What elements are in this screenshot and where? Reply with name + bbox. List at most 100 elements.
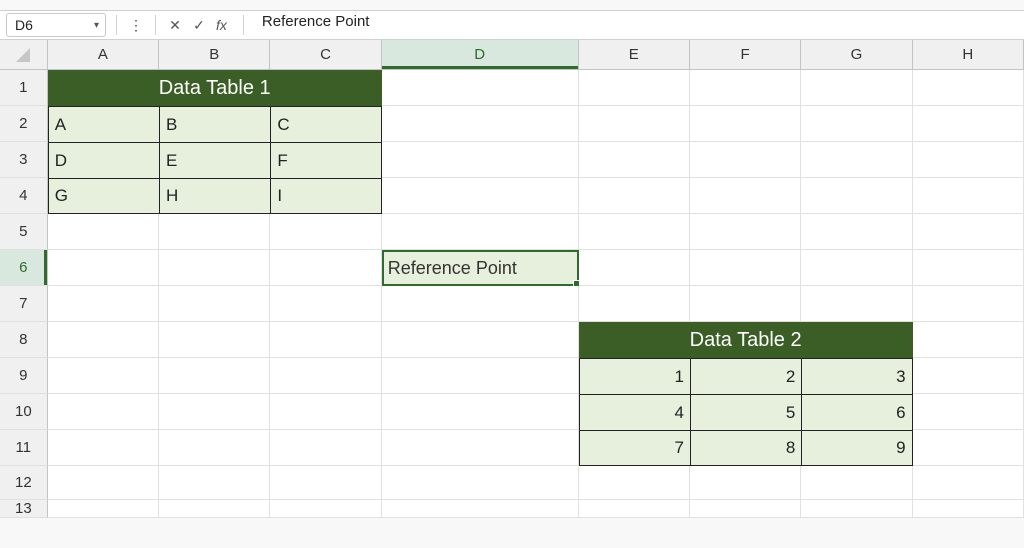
cell-A9[interactable] — [48, 358, 159, 394]
cell-A13[interactable] — [48, 500, 159, 518]
col-header-G[interactable]: G — [801, 40, 912, 70]
cell-B3[interactable]: E — [159, 142, 270, 178]
row-header-12[interactable]: 12 — [0, 466, 48, 500]
cell-B6[interactable] — [159, 250, 270, 286]
cell-C10[interactable] — [270, 394, 381, 430]
cell-G2[interactable] — [801, 106, 912, 142]
cell-A12[interactable] — [48, 466, 159, 500]
cell-D10[interactable] — [382, 394, 579, 430]
cell-C12[interactable] — [270, 466, 381, 500]
cell-H10[interactable] — [913, 394, 1024, 430]
cell-E9[interactable]: 1 — [579, 358, 690, 394]
cell-E5[interactable] — [579, 214, 690, 250]
cell-F11[interactable]: 8 — [690, 430, 801, 466]
cell-F12[interactable] — [690, 466, 801, 500]
cell-G5[interactable] — [801, 214, 912, 250]
cell-F4[interactable] — [690, 178, 801, 214]
table2-title[interactable]: Data Table 2 — [579, 322, 913, 358]
cell-F13[interactable] — [690, 500, 801, 518]
cell-A3[interactable]: D — [48, 142, 159, 178]
chevron-down-icon[interactable]: ▾ — [94, 20, 99, 31]
cell-E13[interactable] — [579, 500, 690, 518]
row-header-7[interactable]: 7 — [0, 286, 48, 322]
cell-E4[interactable] — [579, 178, 690, 214]
cell-D6[interactable]: Reference Point — [382, 250, 579, 286]
cell-F9[interactable]: 2 — [690, 358, 801, 394]
row-header-3[interactable]: 3 — [0, 142, 48, 178]
cell-B5[interactable] — [159, 214, 270, 250]
cell-A5[interactable] — [48, 214, 159, 250]
cell-E12[interactable] — [579, 466, 690, 500]
cell-F5[interactable] — [690, 214, 801, 250]
row-header-9[interactable]: 9 — [0, 358, 48, 394]
cell-C8[interactable] — [270, 322, 381, 358]
row-header-1[interactable]: 1 — [0, 70, 48, 106]
cell-F10[interactable]: 5 — [690, 394, 801, 430]
cell-E1[interactable] — [579, 70, 690, 106]
cell-A11[interactable] — [48, 430, 159, 466]
fx-label[interactable]: fx — [214, 17, 233, 33]
cell-H12[interactable] — [913, 466, 1024, 500]
spreadsheet-grid[interactable]: A B C D E F G H 1 Data Table 1 2 A B C 3… — [0, 40, 1024, 518]
cell-D7[interactable] — [382, 286, 579, 322]
cell-A4[interactable]: G — [48, 178, 159, 214]
cell-C5[interactable] — [270, 214, 381, 250]
row-header-5[interactable]: 5 — [0, 214, 48, 250]
cell-E6[interactable] — [579, 250, 690, 286]
table1-title[interactable]: Data Table 1 — [48, 70, 382, 106]
cell-C13[interactable] — [270, 500, 381, 518]
cell-B10[interactable] — [159, 394, 270, 430]
cell-D4[interactable] — [382, 178, 579, 214]
row-header-6[interactable]: 6 — [0, 250, 48, 286]
cell-G12[interactable] — [801, 466, 912, 500]
cell-E3[interactable] — [579, 142, 690, 178]
row-header-13[interactable]: 13 — [0, 500, 48, 518]
col-header-A[interactable]: A — [48, 40, 159, 70]
cell-H2[interactable] — [913, 106, 1024, 142]
col-header-D[interactable]: D — [382, 40, 579, 70]
row-header-8[interactable]: 8 — [0, 322, 48, 358]
cell-B4[interactable]: H — [159, 178, 270, 214]
cell-G13[interactable] — [801, 500, 912, 518]
enter-icon[interactable]: ✓ — [190, 17, 208, 34]
col-header-B[interactable]: B — [159, 40, 270, 70]
cell-H13[interactable] — [913, 500, 1024, 518]
row-header-10[interactable]: 10 — [0, 394, 48, 430]
cell-G1[interactable] — [801, 70, 912, 106]
cell-C6[interactable] — [270, 250, 381, 286]
name-box[interactable]: D6 ▾ — [6, 13, 106, 37]
cell-E11[interactable]: 7 — [579, 430, 690, 466]
col-header-H[interactable]: H — [913, 40, 1024, 70]
cell-A10[interactable] — [48, 394, 159, 430]
cell-H4[interactable] — [913, 178, 1024, 214]
cell-B12[interactable] — [159, 466, 270, 500]
cell-A8[interactable] — [48, 322, 159, 358]
cell-B13[interactable] — [159, 500, 270, 518]
cell-D11[interactable] — [382, 430, 579, 466]
cell-G9[interactable]: 3 — [801, 358, 912, 394]
cell-H9[interactable] — [913, 358, 1024, 394]
cell-H7[interactable] — [913, 286, 1024, 322]
cell-C11[interactable] — [270, 430, 381, 466]
cell-E7[interactable] — [579, 286, 690, 322]
cell-G4[interactable] — [801, 178, 912, 214]
select-all-corner[interactable] — [0, 40, 48, 70]
cell-G11[interactable]: 9 — [801, 430, 912, 466]
cell-C4[interactable]: I — [270, 178, 381, 214]
col-header-C[interactable]: C — [270, 40, 381, 70]
cell-C7[interactable] — [270, 286, 381, 322]
cancel-icon[interactable]: ✕ — [166, 17, 184, 34]
cell-A6[interactable] — [48, 250, 159, 286]
cell-D13[interactable] — [382, 500, 579, 518]
cell-G3[interactable] — [801, 142, 912, 178]
cell-D9[interactable] — [382, 358, 579, 394]
cell-F3[interactable] — [690, 142, 801, 178]
cell-B11[interactable] — [159, 430, 270, 466]
cell-H1[interactable] — [913, 70, 1024, 106]
cell-D8[interactable] — [382, 322, 579, 358]
cell-B8[interactable] — [159, 322, 270, 358]
cell-G7[interactable] — [801, 286, 912, 322]
cell-H6[interactable] — [913, 250, 1024, 286]
cell-B9[interactable] — [159, 358, 270, 394]
col-header-F[interactable]: F — [690, 40, 801, 70]
